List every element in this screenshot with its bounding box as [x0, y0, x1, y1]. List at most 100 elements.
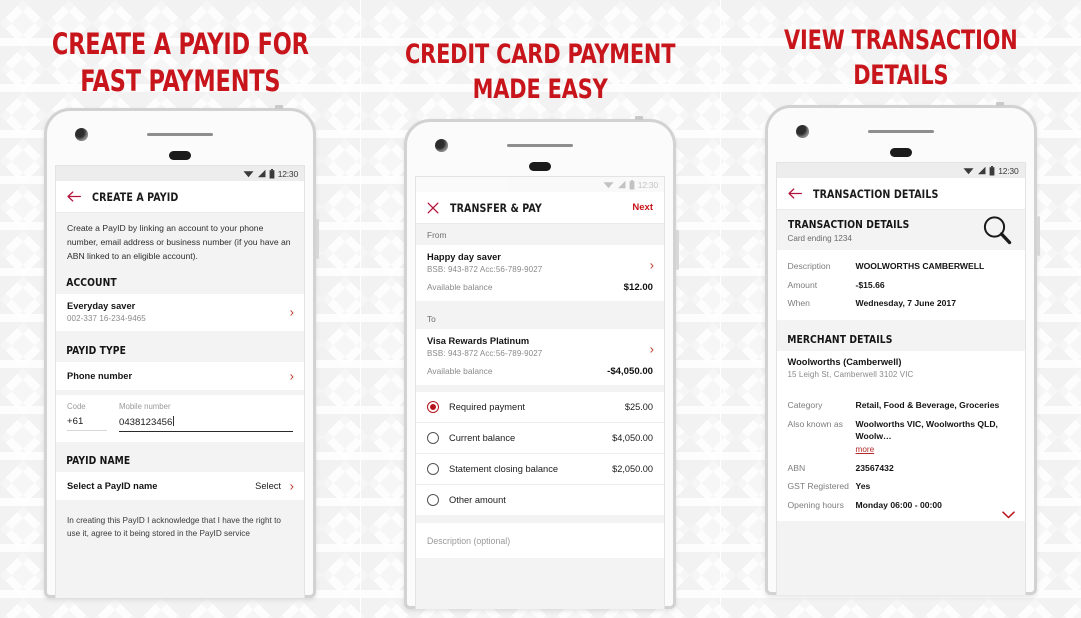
status-bar: 12:30	[776, 163, 1025, 179]
country-code-field[interactable]: Code +61	[67, 402, 107, 432]
from-account-row[interactable]: Happy day saver BSB: 943-872 Acc:56-789-…	[416, 245, 664, 302]
to-account-row[interactable]: Visa Rewards Platinum BSB: 943-872 Acc:5…	[416, 329, 664, 386]
more-link[interactable]: more	[856, 445, 875, 454]
from-account-detail: BSB: 943-872 Acc:56-789-9027	[427, 265, 543, 275]
description-placeholder: Description (optional)	[427, 536, 511, 547]
merchant-row: Also known as Woolworths VIC, Woolworths…	[788, 415, 1014, 459]
account-row[interactable]: Everyday saver 002-337 16-234-9465 ›	[56, 293, 304, 331]
payment-amount-options: Required payment $25.00 Current balance …	[416, 392, 664, 516]
chevron-down-icon[interactable]	[1001, 511, 1015, 519]
chevron-right-icon: ›	[289, 478, 294, 494]
merchant-key: Also known as	[787, 418, 843, 429]
battery-icon	[629, 179, 635, 190]
from-account-name: Happy day saver	[427, 252, 501, 263]
close-icon[interactable]	[427, 202, 439, 214]
mobile-number-field[interactable]: Mobile number 0438123456	[119, 402, 293, 432]
payid-type-row[interactable]: Phone number ›	[56, 361, 304, 390]
transaction-details-header: TRANSACTION DETAILS Card ending 1234	[776, 210, 1025, 251]
option-label: Required payment	[449, 402, 525, 413]
transaction-info-card: Description WOOLWORTHS CAMBERWELL Amount…	[776, 250, 1025, 321]
magnifier-icon[interactable]	[981, 214, 1013, 246]
txn-value: Wednesday, 7 June 2017	[855, 298, 956, 308]
status-time: 12:30	[998, 165, 1019, 176]
power-button[interactable]	[676, 230, 679, 271]
description-input[interactable]: Description (optional)	[416, 523, 664, 559]
panel-create-payid: CREATE A PAYID FOR FAST PAYMENTS 12:30 C…	[0, 0, 360, 618]
battery-icon	[989, 165, 995, 176]
intro-text: Create a PayID by linking an account to …	[56, 213, 304, 270]
merchant-name: Woolworths (Camberwell)	[787, 357, 902, 368]
chevron-right-icon: ›	[649, 341, 654, 357]
to-account-name: Visa Rewards Platinum	[427, 336, 530, 347]
to-balance-amount: -$4,050.00	[607, 366, 653, 378]
wifi-icon	[603, 182, 614, 189]
radio-icon[interactable]	[427, 432, 439, 445]
app-bar: TRANSFER & PAY Next	[416, 192, 664, 225]
signal-icon	[617, 180, 626, 189]
radio-icon[interactable]	[427, 463, 439, 476]
from-label: From	[427, 230, 447, 241]
earpiece-speaker	[147, 133, 213, 137]
merchant-value: Monday 06:00 - 00:00	[855, 499, 942, 510]
section-transaction-details: TRANSACTION DETAILS	[787, 218, 909, 232]
radio-icon[interactable]	[427, 401, 439, 414]
power-button[interactable]	[316, 219, 319, 260]
payid-name-action[interactable]: Select	[255, 481, 281, 491]
merchant-row: Category Retail, Food & Beverage, Grocer…	[788, 396, 1014, 414]
from-balance-label: Available balance	[427, 282, 493, 293]
payid-type-name: Phone number	[67, 370, 133, 381]
legal-text: In creating this PayID I acknowledge tha…	[56, 506, 304, 541]
option-label: Current balance	[449, 433, 516, 444]
payid-name-row[interactable]: Select a PayID name Select ›	[56, 471, 304, 500]
panel-credit-card-payment: CREDIT CARD PAYMENT MADE EASY 12:30 TRAN…	[360, 0, 720, 618]
merchant-identity-card: Woolworths (Camberwell) 15 Leigh St, Cam…	[776, 351, 1025, 387]
chevron-right-icon: ›	[649, 257, 654, 273]
signal-icon	[978, 166, 986, 175]
front-camera-icon	[435, 139, 448, 153]
chevron-right-icon: ›	[289, 368, 294, 384]
phone-top-notch	[995, 102, 1004, 107]
panel-row: CREATE A PAYID FOR FAST PAYMENTS 12:30 C…	[0, 0, 1081, 618]
sensor-strip	[889, 148, 912, 158]
option-statement-closing-balance[interactable]: Statement closing balance $2,050.00	[416, 454, 664, 486]
section-payid-name: PAYID NAME	[66, 453, 131, 467]
merchant-address: 15 Leigh St, Camberwell 3102 VIC	[787, 370, 914, 380]
radio-icon[interactable]	[427, 494, 439, 507]
earpiece-speaker	[867, 130, 934, 134]
txn-value: -$15.66	[855, 279, 885, 290]
option-other-amount[interactable]: Other amount	[416, 485, 664, 515]
back-arrow-icon[interactable]	[787, 188, 802, 199]
panel-headline: CREATE A PAYID FOR FAST PAYMENTS	[51, 27, 309, 99]
app-bar: CREATE A PAYID	[56, 181, 304, 214]
to-label: To	[427, 314, 436, 325]
phone-mockup: 12:30 CREATE A PAYID Create a PayID by l…	[44, 105, 319, 599]
txn-key: Amount	[787, 279, 818, 290]
merchant-row: ABN 23567432	[788, 459, 1014, 477]
signal-icon	[257, 170, 266, 178]
earpiece-speaker	[507, 144, 573, 148]
next-button[interactable]: Next	[632, 202, 653, 213]
txn-row: Amount -$15.66	[788, 276, 1014, 294]
phone-mockup: 12:30 TRANSFER & PAY Next From Happy day…	[404, 116, 679, 610]
option-current-balance[interactable]: Current balance $4,050.00	[416, 423, 664, 455]
section-merchant-details: MERCHANT DETAILS	[786, 333, 892, 347]
option-required-payment[interactable]: Required payment $25.00	[416, 392, 664, 424]
country-code-label: Code	[67, 401, 86, 411]
account-detail: 002-337 16-234-9465	[67, 313, 146, 323]
app-bar: TRANSACTION DETAILS	[776, 178, 1025, 211]
phone-screen: 12:30 TRANSACTION DETAILS TRANSACTION DE…	[775, 162, 1026, 596]
power-button[interactable]	[1036, 216, 1040, 257]
status-time: 12:30	[277, 168, 298, 179]
back-arrow-icon[interactable]	[67, 191, 81, 202]
front-camera-icon	[795, 125, 809, 139]
merchant-value: Retail, Food & Beverage, Groceries	[855, 400, 1000, 411]
option-label: Other amount	[449, 495, 506, 506]
to-balance-label: Available balance	[427, 366, 493, 377]
option-amount: $25.00	[624, 402, 653, 413]
merchant-row-opening-hours[interactable]: Opening hours Monday 06:00 - 00:00	[788, 496, 1015, 519]
text-caret	[173, 415, 175, 426]
account-name: Everyday saver	[67, 300, 136, 311]
screen-content: From Happy day saver BSB: 943-872 Acc:56…	[416, 224, 664, 610]
mobile-number-value: 0438123456	[119, 415, 293, 432]
to-balance-row: Available balance -$4,050.00	[427, 366, 653, 377]
